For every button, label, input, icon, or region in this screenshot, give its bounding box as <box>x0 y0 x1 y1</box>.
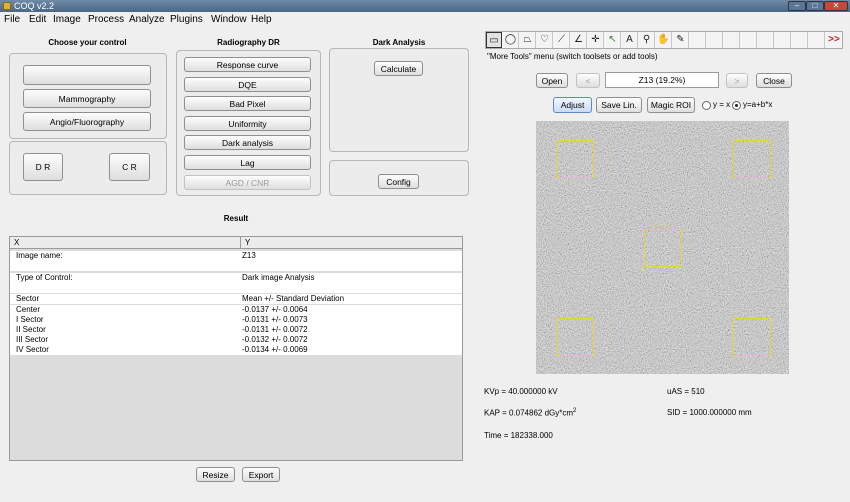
close-icon[interactable]: ✕ <box>824 1 848 11</box>
radio-y-equals-x-label: y = x <box>713 100 731 109</box>
oval-tool-icon[interactable]: ◯ <box>503 32 519 48</box>
maximize-icon[interactable]: □ <box>806 1 824 11</box>
radio-linear-fit[interactable] <box>732 101 741 110</box>
bad-pixel-button[interactable]: Bad Pixel <box>184 96 311 111</box>
empty-tool-slot[interactable] <box>792 32 808 48</box>
roi-center[interactable] <box>644 229 682 267</box>
table-row[interactable]: III Sector -0.0132 +/- 0.0072 <box>10 335 462 345</box>
cr-button[interactable]: C R <box>109 153 150 181</box>
time-value: Time = 182338.000 <box>484 431 553 440</box>
dr-button[interactable]: D R <box>23 153 63 181</box>
column-header-x[interactable]: X <box>10 237 241 249</box>
dqe-button[interactable]: DQE <box>184 77 311 92</box>
point-tool-icon[interactable]: ✛ <box>588 32 604 48</box>
result-table: X Y Image name: Z13 Type of Control: Dark … <box>9 236 463 461</box>
polygon-tool-icon[interactable]: ⏢ <box>520 32 536 48</box>
agd-cnr-button[interactable]: AGD / CNR <box>184 175 311 190</box>
magnifier-tool-icon[interactable]: ⚲ <box>639 32 655 48</box>
roi-sector-i[interactable] <box>556 140 594 178</box>
radiography-dr-header: Radiography DR <box>217 38 280 47</box>
table-row[interactable]: II Sector -0.0131 +/- 0.0072 <box>10 325 462 335</box>
table-row[interactable]: IV Sector -0.0134 +/- 0.0069 <box>10 345 462 355</box>
sid-value: SID = 1000.000000 mm <box>667 408 752 417</box>
table-row[interactable]: Type of Control: Dark image Analysis <box>10 273 462 283</box>
status-message: "More Tools" menu (switch toolsets or ad… <box>487 52 658 61</box>
kap-value: KAP = 0.074862 dGy*cm2 <box>484 408 577 418</box>
angle-tool-icon[interactable]: ∠ <box>571 32 587 48</box>
lag-button[interactable]: Lag <box>184 155 311 170</box>
radio-selected-dot <box>735 104 738 107</box>
column-header-y[interactable]: Y <box>241 237 462 249</box>
window-title: COQ v2.2 <box>14 1 55 11</box>
table-row[interactable]: Image name: Z13 <box>10 251 462 261</box>
empty-tool-slot[interactable] <box>724 32 740 48</box>
image-name-field[interactable]: Z13 (19.2%) <box>605 72 719 88</box>
menu-file[interactable]: File <box>4 14 20 25</box>
roi-sector-iv[interactable] <box>733 318 771 356</box>
minimize-icon[interactable]: – <box>788 1 806 11</box>
hand-tool-icon[interactable]: ✋ <box>656 32 672 48</box>
line-tool-icon[interactable]: ⟋ <box>554 32 570 48</box>
app-icon <box>3 2 11 10</box>
more-tools-icon[interactable]: >> <box>826 32 842 48</box>
close-button[interactable]: Close <box>756 73 792 88</box>
rectangle-tool-icon[interactable]: ▭ <box>486 32 502 48</box>
calculate-button[interactable]: Calculate <box>374 61 423 76</box>
magic-roi-button[interactable]: Magic ROI <box>647 97 695 113</box>
uas-value: uAS = 510 <box>667 387 705 396</box>
menu-bar: File Edit Image Process Analyze Plugins … <box>0 12 850 28</box>
image-canvas[interactable] <box>536 121 789 374</box>
text-tool-icon[interactable]: A <box>622 32 638 48</box>
menu-edit[interactable]: Edit <box>29 14 46 25</box>
menu-image[interactable]: Image <box>53 14 81 25</box>
empty-tool-slot[interactable] <box>690 32 706 48</box>
table-row[interactable]: Center -0.0137 +/- 0.0064 <box>10 305 462 315</box>
table-row[interactable] <box>10 261 462 271</box>
menu-analyze[interactable]: Analyze <box>129 14 165 25</box>
export-button[interactable]: Export <box>242 467 280 482</box>
blank-control-button[interactable] <box>23 65 151 85</box>
mammography-button[interactable]: Mammography <box>23 89 151 108</box>
response-curve-button[interactable]: Response curve <box>184 57 311 72</box>
adjust-button[interactable]: Adjust <box>553 97 592 113</box>
previous-button[interactable]: < <box>576 73 600 88</box>
table-row[interactable]: Sector Mean +/- Standard Deviation <box>10 294 462 304</box>
dark-analysis-button[interactable]: Dark analysis <box>184 135 311 150</box>
save-lin-button[interactable]: Save Lin. <box>596 97 642 113</box>
freehand-tool-icon[interactable]: ♡ <box>537 32 553 48</box>
empty-tool-slot[interactable] <box>809 32 825 48</box>
uniformity-button[interactable]: Uniformity <box>184 116 311 131</box>
menu-process[interactable]: Process <box>88 14 124 25</box>
result-header: Result <box>223 214 249 223</box>
roi-sector-ii[interactable] <box>733 140 771 178</box>
wand-tool-icon[interactable]: ↖ <box>605 32 621 48</box>
empty-tool-slot[interactable] <box>775 32 791 48</box>
table-row[interactable]: I Sector -0.0131 +/- 0.0073 <box>10 315 462 325</box>
radio-y-equals-x[interactable] <box>702 101 711 110</box>
roi-sector-iii[interactable] <box>556 318 594 356</box>
open-button[interactable]: Open <box>536 73 568 88</box>
menu-help[interactable]: Help <box>251 14 272 25</box>
empty-tool-slot[interactable] <box>707 32 723 48</box>
empty-tool-slot[interactable] <box>741 32 757 48</box>
radio-linear-fit-label: y=a+b*x <box>743 100 773 109</box>
dark-analysis-header: Dark Analysis <box>372 38 426 47</box>
kvp-value: KVp = 40.000000 kV <box>484 387 558 396</box>
title-bar: COQ v2.2 – □ ✕ <box>0 0 850 12</box>
choose-control-header: Choose your control <box>48 38 127 47</box>
menu-plugins[interactable]: Plugins <box>170 14 203 25</box>
config-button[interactable]: Config <box>378 174 419 189</box>
angio-fluorography-button[interactable]: Angio/Fluorography <box>23 112 151 131</box>
next-button[interactable]: > <box>726 73 748 88</box>
dropper-tool-icon[interactable]: ✎ <box>673 32 689 48</box>
table-row[interactable] <box>10 283 462 293</box>
empty-tool-slot[interactable] <box>758 32 774 48</box>
resize-button[interactable]: Resize <box>196 467 235 482</box>
menu-window[interactable]: Window <box>211 14 247 25</box>
